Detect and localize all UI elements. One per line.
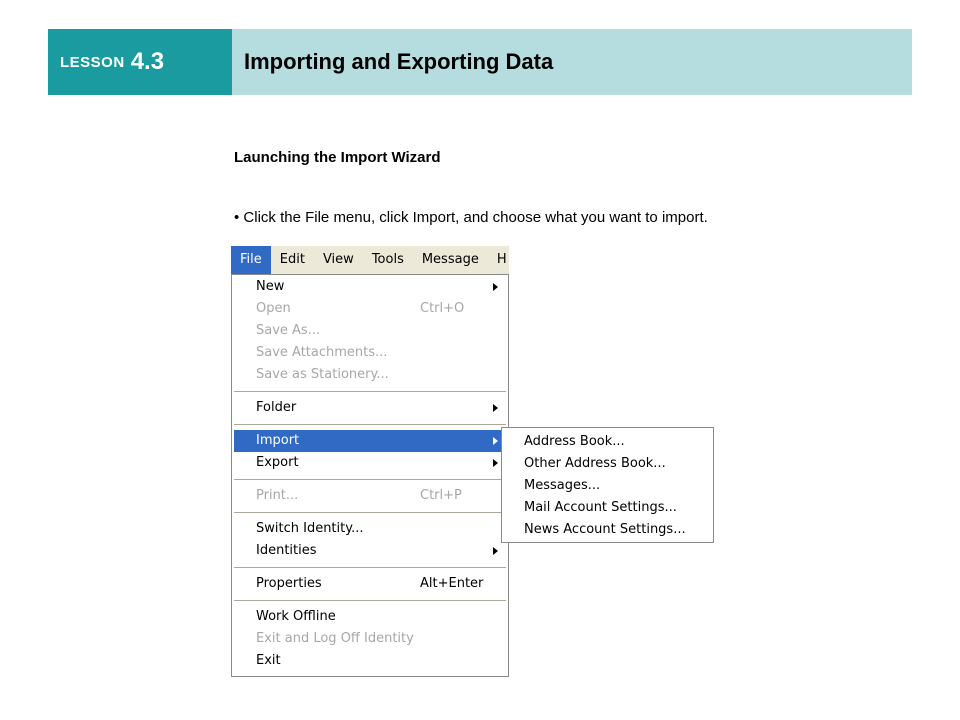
lesson-title: Importing and Exporting Data [244,49,554,74]
menu-item-open[interactable]: Open Ctrl+O [234,298,506,320]
lesson-banner: LESSON 4.3 Importing and Exporting Data [48,29,912,95]
submenu-arrow-icon [493,404,498,412]
menubar-view[interactable]: View [314,246,363,274]
menu-item-properties[interactable]: Properties Alt+Enter [234,573,506,595]
menu-item-work-offline[interactable]: Work Offline [234,606,506,628]
menu-item-exit[interactable]: Exit [234,650,506,672]
lesson-word: LESSON [60,53,125,71]
menubar-file[interactable]: File [231,246,271,274]
lesson-label-box: LESSON 4.3 [48,29,232,95]
menu-item-import[interactable]: Import [234,430,506,452]
menubar-message[interactable]: Message [413,246,488,274]
menu-item-label: Open [256,301,291,316]
menu-separator [234,512,506,513]
menu-item-export[interactable]: Export [234,452,506,474]
menu-separator [234,600,506,601]
menubar-help[interactable]: H [488,246,509,274]
menu-separator [234,424,506,425]
menu-screenshot: File Edit View Tools Message H New Open … [231,246,714,677]
menu-item-label: Exit [256,653,281,668]
menu-item-save-as-stationery[interactable]: Save as Stationery... [234,364,506,386]
menu-item-label: Import [256,433,300,448]
menu-item-folder[interactable]: Folder [234,397,506,419]
menu-item-label: Properties [256,576,322,591]
submenu-arrow-icon [493,459,498,467]
menu-item-label: Identities [256,543,317,558]
menu-item-label: Print... [256,488,299,503]
menu-item-label: Save as Stationery... [256,367,389,382]
menu-item-shortcut: Ctrl+O [420,301,465,316]
submenu-item-other-address-book[interactable]: Other Address Book... [524,453,666,475]
menu-separator [234,479,506,480]
import-submenu: Address Book... Other Address Book... Me… [501,427,714,543]
submenu-arrow-icon [493,283,498,291]
menu-item-identities[interactable]: Identities [234,540,506,562]
menu-item-print[interactable]: Print... Ctrl+P [234,485,506,507]
menu-separator [234,567,506,568]
menu-item-label: Work Offline [256,609,336,624]
submenu-arrow-icon [493,547,498,555]
submenu-item-mail-account-settings[interactable]: Mail Account Settings... [524,497,677,519]
menu-item-label: Folder [256,400,297,415]
lesson-number: 4.3 [130,48,165,75]
submenu-item-address-book[interactable]: Address Book... [524,431,625,453]
menu-item-label: Exit and Log Off Identity [256,631,414,646]
menu-item-shortcut: Ctrl+P [420,488,462,503]
section-subtitle: Launching the Import Wizard [234,149,441,166]
menu-item-label: Save As... [256,323,321,338]
menu-item-label: Save Attachments... [256,345,388,360]
submenu-arrow-icon [493,437,498,445]
file-menu: New Open Ctrl+O Save As... Save Attachme… [231,274,509,677]
menubar: File Edit View Tools Message H [231,246,509,275]
menu-item-save-as[interactable]: Save As... [234,320,506,342]
lesson-title-box: Importing and Exporting Data [232,29,912,95]
instruction-bullet: • Click the File menu, click Import, and… [234,209,708,226]
menubar-edit[interactable]: Edit [271,246,314,274]
menu-item-new[interactable]: New [234,276,506,298]
menu-item-save-attachments[interactable]: Save Attachments... [234,342,506,364]
menu-item-label: New [256,279,285,294]
menu-separator [234,391,506,392]
menu-item-label: Switch Identity... [256,521,364,536]
menubar-tools[interactable]: Tools [363,246,413,274]
menu-item-switch-identity[interactable]: Switch Identity... [234,518,506,540]
menu-item-exit-log-off[interactable]: Exit and Log Off Identity [234,628,506,650]
menu-item-label: Export [256,455,299,470]
menu-item-shortcut: Alt+Enter [420,576,484,591]
submenu-item-news-account-settings[interactable]: News Account Settings... [524,519,686,541]
submenu-item-messages[interactable]: Messages... [524,475,600,497]
